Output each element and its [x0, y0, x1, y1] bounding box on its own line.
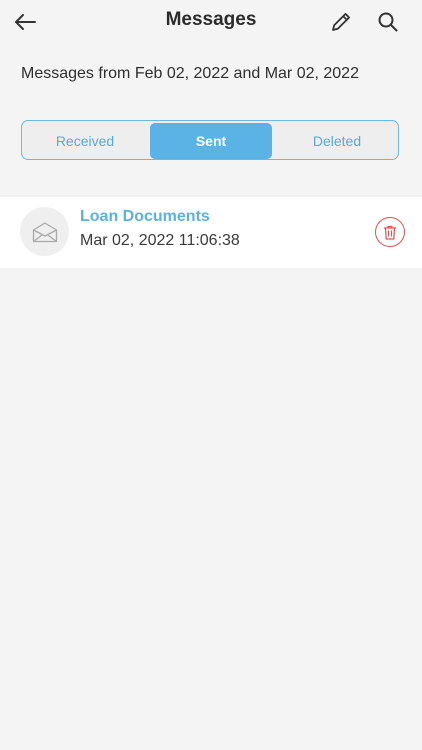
compose-button[interactable] [325, 6, 357, 38]
delete-message-button[interactable] [375, 217, 405, 247]
tab-sent[interactable]: Sent [150, 123, 272, 159]
search-button[interactable] [372, 6, 404, 38]
message-subject: Loan Documents [80, 208, 210, 225]
date-range-label: Messages from Feb 02, 2022 and Mar 02, 2… [21, 65, 359, 82]
tab-deleted[interactable]: Deleted [276, 123, 398, 159]
message-list-item[interactable]: Loan Documents Mar 02, 2022 11:06:38 [0, 197, 422, 268]
message-filter-tabs: Received Sent Deleted [21, 120, 399, 160]
message-date: Mar 02, 2022 11:06:38 [80, 232, 240, 249]
message-avatar [20, 207, 69, 256]
tab-received[interactable]: Received [24, 123, 146, 159]
search-icon [378, 12, 398, 32]
page-title: Messages [165, 9, 257, 30]
trash-icon [384, 225, 396, 240]
envelope-open-icon [32, 221, 57, 242]
pencil-icon [332, 13, 350, 31]
top-bar: Messages [0, 0, 422, 44]
